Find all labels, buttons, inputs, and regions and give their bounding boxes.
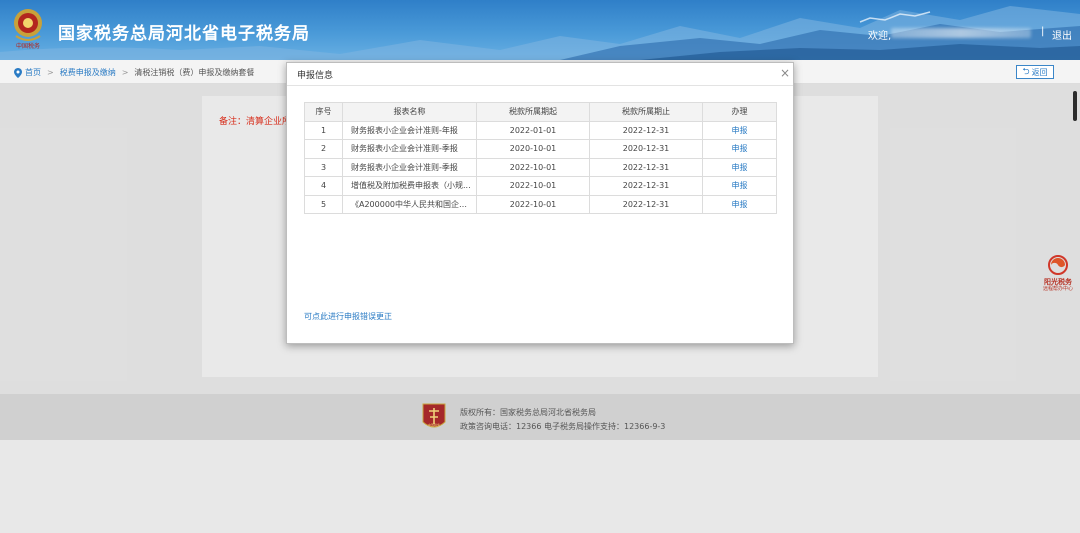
- site-header: 中国税务 国家税务总局河北省电子税务局 欢迎, | 退出: [0, 0, 1080, 60]
- table-row: 5 《A200000中华人民共和国企业... 2022-10-01 2022-1…: [304, 194, 777, 214]
- period-end: 2022-12-31: [589, 157, 703, 177]
- declare-link[interactable]: 申报: [702, 139, 777, 159]
- dialog-divider: [287, 85, 793, 86]
- breadcrumb-arrow-icon: >: [47, 68, 54, 77]
- breadcrumb-current: 清税注销税（费）申报及缴纳套餐: [134, 68, 255, 77]
- location-pin-icon: [14, 67, 22, 78]
- table-row: 4 增值税及附加税费申报表（小规... 2022-10-01 2022-12-3…: [304, 176, 777, 196]
- breadcrumb-tax-filing[interactable]: 税费申报及缴纳: [60, 67, 116, 78]
- report-name: 财务报表小企业会计准则-季报: [342, 157, 477, 177]
- logout-link[interactable]: 退出: [1052, 27, 1072, 42]
- period-start: 2022-01-01: [476, 120, 590, 140]
- declare-link[interactable]: 申报: [702, 194, 777, 214]
- period-start: 2022-10-01: [476, 194, 590, 214]
- period-end: 2022-12-31: [589, 120, 703, 140]
- declare-link[interactable]: 申报: [702, 120, 777, 140]
- row-number: 3: [304, 157, 343, 177]
- filing-info-dialog: 申报信息 × 序号 报表名称 税款所属期起 税款所属期止 办理 1 财务报表小企…: [286, 62, 794, 344]
- period-end: 2022-12-31: [589, 176, 703, 196]
- table-row: 1 财务报表小企业会计准则-年报 2022-01-01 2022-12-31 申…: [304, 120, 777, 140]
- period-end: 2022-12-31: [589, 194, 703, 214]
- close-icon[interactable]: ×: [780, 66, 790, 80]
- back-arrow-icon: ⮌: [1022, 67, 1030, 77]
- footer-tax-logo: 中国税务: [422, 403, 446, 428]
- declare-link[interactable]: 申报: [702, 176, 777, 196]
- site-title: 国家税务总局河北省电子税务局: [58, 24, 310, 44]
- dialog-title: 申报信息: [297, 71, 334, 81]
- page-bottom-area: [0, 440, 1080, 533]
- breadcrumb: 首页 > 税费申报及缴纳 > 清税注销税（费）申报及缴纳套餐: [14, 67, 254, 78]
- table-row: 3 财务报表小企业会计准则-季报 2022-10-01 2022-12-31 申…: [304, 157, 777, 177]
- copyright-text: 版权所有：国家税务总局河北省税务局: [460, 408, 596, 417]
- breadcrumb-arrow-icon: >: [121, 68, 129, 77]
- back-button[interactable]: ⮌ 返回: [1016, 65, 1054, 79]
- row-number: 4: [304, 176, 343, 196]
- column-header: 税款所属期止: [589, 102, 703, 122]
- back-button-label: 返回: [1031, 67, 1048, 77]
- emblem-text: 中国税务: [16, 42, 40, 50]
- filing-table: 序号 报表名称 税款所属期起 税款所属期止 办理 1 财务报表小企业会计准则-年…: [304, 102, 777, 214]
- table-row: 2 财务报表小企业会计准则-季报 2020-10-01 2020-12-31 申…: [304, 139, 777, 159]
- welcome-text: 欢迎,: [868, 31, 892, 42]
- header-separator: |: [1041, 26, 1045, 37]
- site-footer: 中国税务 版权所有：国家税务总局河北省税务局 政策咨询电话：12366 电子税务…: [0, 394, 1080, 440]
- declare-link[interactable]: 申报: [702, 157, 777, 177]
- correction-link[interactable]: 可点此进行申报错误更正: [304, 311, 392, 322]
- tax-emblem-logo: 中国税务: [14, 9, 42, 50]
- row-number: 5: [304, 194, 343, 214]
- contact-text: 政策咨询电话：12366 电子税务局操作支持：12366-9-3: [460, 422, 666, 431]
- table-header-row: 序号 报表名称 税款所属期起 税款所属期止 办理: [304, 102, 777, 122]
- period-end: 2020-12-31: [589, 139, 703, 159]
- masked-username: [891, 28, 1031, 38]
- column-header: 报表名称: [342, 102, 477, 122]
- column-header: 序号: [304, 102, 343, 122]
- period-start: 2022-10-01: [476, 176, 590, 196]
- footer-logo-text: 中国税务: [428, 422, 440, 427]
- period-start: 2022-10-01: [476, 157, 590, 177]
- report-name: 《A200000中华人民共和国企业...: [342, 194, 477, 214]
- period-start: 2020-10-01: [476, 139, 590, 159]
- column-header: 税款所属期起: [476, 102, 590, 122]
- row-number: 1: [304, 120, 343, 140]
- column-header: 办理: [702, 102, 777, 122]
- report-name: 财务报表小企业会计准则-季报: [342, 139, 477, 159]
- row-number: 2: [304, 139, 343, 159]
- report-name: 增值税及附加税费申报表（小规...: [342, 176, 477, 196]
- breadcrumb-home[interactable]: 首页: [25, 67, 41, 78]
- report-name: 财务报表小企业会计准则-年报: [342, 120, 477, 140]
